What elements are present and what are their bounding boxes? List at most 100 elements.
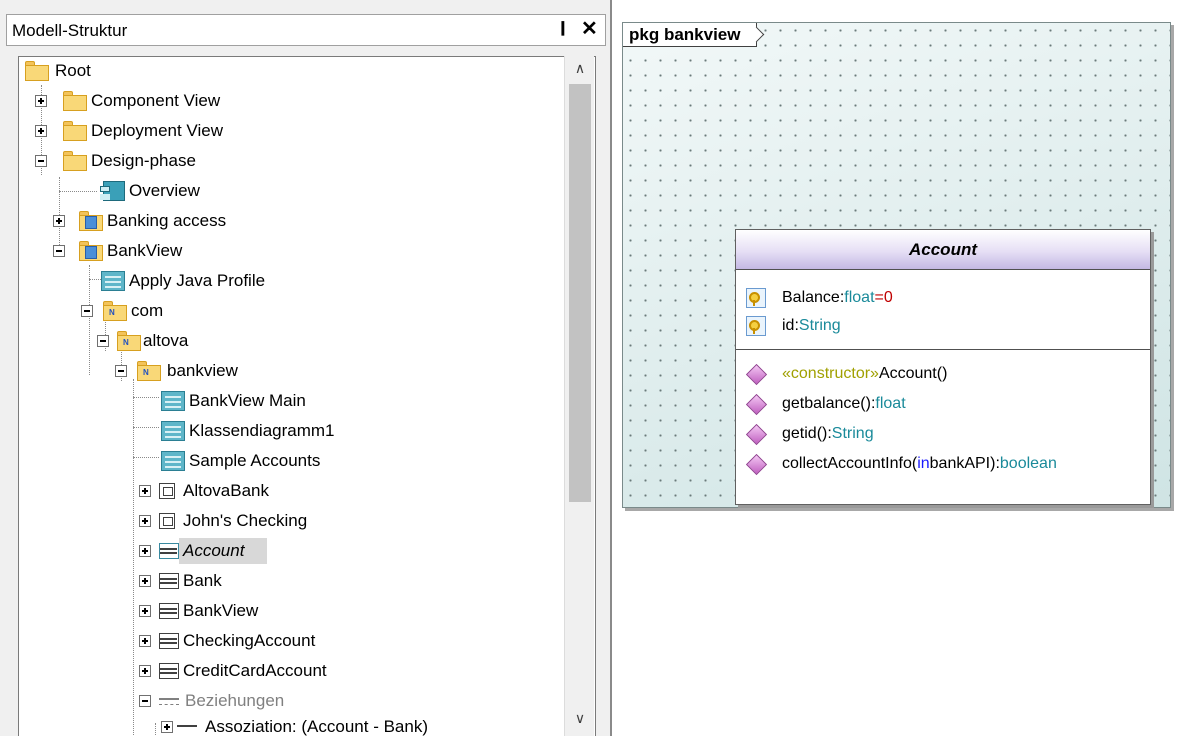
tree-item-label: Design-phase (91, 151, 196, 170)
collapse-icon[interactable] (139, 695, 151, 707)
diagram-canvas[interactable]: pkg bankview Account Balance: float =0 id:… (610, 0, 1185, 736)
attribute-id[interactable]: id: String (746, 312, 841, 340)
operation-stereotype: «constructor» (782, 365, 879, 382)
expand-icon[interactable] (139, 605, 151, 617)
tree-item-label: Overview (129, 181, 200, 200)
package-frame[interactable]: pkg bankview Account Balance: float =0 id:… (622, 22, 1171, 508)
attribute-type: String (798, 317, 841, 334)
operation-params: bankAPI): (929, 455, 1000, 472)
scroll-down-icon[interactable]: ∨ (565, 710, 595, 732)
attributes-compartment: Balance: float =0 id: String (736, 270, 1150, 350)
expand-icon[interactable] (139, 635, 151, 647)
expand-icon[interactable] (53, 215, 65, 227)
relations-icon (159, 693, 183, 709)
tree-item-label: Bank (183, 571, 222, 590)
collapse-icon[interactable] (115, 365, 127, 377)
class-header[interactable]: Account (736, 230, 1150, 270)
class-icon (159, 633, 179, 649)
operation-constructor[interactable]: «constructor» Account() (746, 360, 947, 388)
tree-item-label: Assoziation: (Account - Bank) (205, 717, 428, 736)
expand-icon[interactable] (161, 721, 173, 733)
expand-icon[interactable] (139, 575, 151, 587)
tree-item-label: Account (183, 541, 245, 560)
operation-icon (746, 364, 766, 384)
package-icon (79, 211, 103, 231)
tree-item-label: John's Checking (183, 511, 308, 530)
operation-name: collectAccountInfo( (782, 455, 918, 472)
folder-icon (63, 91, 87, 111)
scroll-up-icon[interactable]: ∧ (565, 60, 595, 82)
object-icon (159, 513, 175, 529)
tree-item-label: BankView (183, 601, 259, 620)
tree-item-label: Sample Accounts (189, 451, 321, 470)
expand-icon[interactable] (139, 665, 151, 677)
close-icon[interactable]: ✕ (581, 16, 598, 41)
operation-icon (746, 424, 766, 444)
attribute-type: float (844, 289, 875, 306)
class-account[interactable]: Account Balance: float =0 id: String «const… (735, 229, 1151, 505)
operation-name: getid(): (782, 425, 832, 442)
tree-item-label: BankView Main (189, 391, 306, 410)
attribute-default: =0 (874, 289, 893, 306)
tree-item-label: Apply Java Profile (129, 271, 266, 290)
panel-title: Modell-Struktur (12, 21, 128, 40)
tree-scrollbar[interactable]: ∧ ∨ (564, 56, 594, 736)
pin-icon[interactable]: ❙ (557, 19, 569, 36)
class-icon (159, 603, 179, 619)
tree-item-label: altova (143, 331, 189, 350)
operation-icon (746, 454, 766, 474)
operation-return-type: boolean (999, 455, 1057, 472)
operation-getid[interactable]: getid(): String (746, 420, 874, 448)
tree-item-label: Deployment View (91, 121, 223, 140)
operation-return-type: float (875, 395, 906, 412)
expand-icon[interactable] (35, 95, 47, 107)
scroll-thumb[interactable] (569, 84, 591, 502)
namespace-folder-icon (103, 301, 127, 321)
collapse-icon[interactable] (53, 245, 65, 257)
tree-item-label: Component View (91, 91, 221, 110)
tree-item-label: Klassendiagramm1 (189, 421, 335, 440)
attribute-balance[interactable]: Balance: float =0 (746, 284, 893, 312)
namespace-folder-icon (137, 361, 161, 381)
collapse-icon[interactable] (81, 305, 93, 317)
tree-item-label: BankView (107, 241, 183, 260)
class-name: Account (909, 240, 977, 259)
operations-compartment: «constructor» Account() getbalance(): flo… (736, 350, 1150, 500)
key-attribute-icon (746, 316, 766, 336)
model-tree: Root Component View Deployment View Desi… (18, 56, 596, 736)
expand-icon[interactable] (35, 125, 47, 137)
operation-collectaccountinfo[interactable]: collectAccountInfo(in bankAPI): boolean (746, 450, 1057, 478)
tree-item-label: CreditCardAccount (183, 661, 327, 680)
tree-item-label: Banking access (107, 211, 227, 230)
component-diagram-icon (100, 181, 125, 201)
folder-icon (25, 61, 49, 81)
model-tree-panel: Modell-Struktur ❙ ✕ Root Component View (0, 0, 610, 736)
tree-item-label: Beziehungen (185, 691, 285, 710)
package-tab[interactable]: pkg bankview (623, 23, 758, 47)
folder-icon (63, 121, 87, 141)
object-icon (159, 483, 175, 499)
tree-item-label: Root (55, 61, 91, 80)
operation-getbalance[interactable]: getbalance(): float (746, 390, 906, 418)
folder-icon (63, 151, 87, 171)
attribute-name: id (782, 317, 795, 334)
package-icon (79, 241, 103, 261)
collapse-icon[interactable] (97, 335, 109, 347)
panel-header: Modell-Struktur ❙ ✕ (6, 14, 606, 46)
expand-icon[interactable] (139, 515, 151, 527)
association-icon (177, 725, 197, 727)
attribute-name: Balance (782, 289, 840, 306)
package-tab-label: pkg bankview (629, 25, 741, 44)
operation-return-type: String (831, 425, 874, 442)
namespace-folder-icon (117, 331, 141, 351)
expand-icon[interactable] (139, 485, 151, 497)
expand-icon[interactable] (139, 545, 151, 557)
operation-name: getbalance(): (782, 395, 876, 412)
parameter-direction: in (917, 455, 930, 472)
diagram-icon (101, 271, 125, 291)
diagram-icon (161, 421, 185, 441)
collapse-icon[interactable] (35, 155, 47, 167)
tree-item-label: com (131, 301, 164, 320)
class-icon (159, 543, 179, 559)
diagram-icon (161, 391, 185, 411)
